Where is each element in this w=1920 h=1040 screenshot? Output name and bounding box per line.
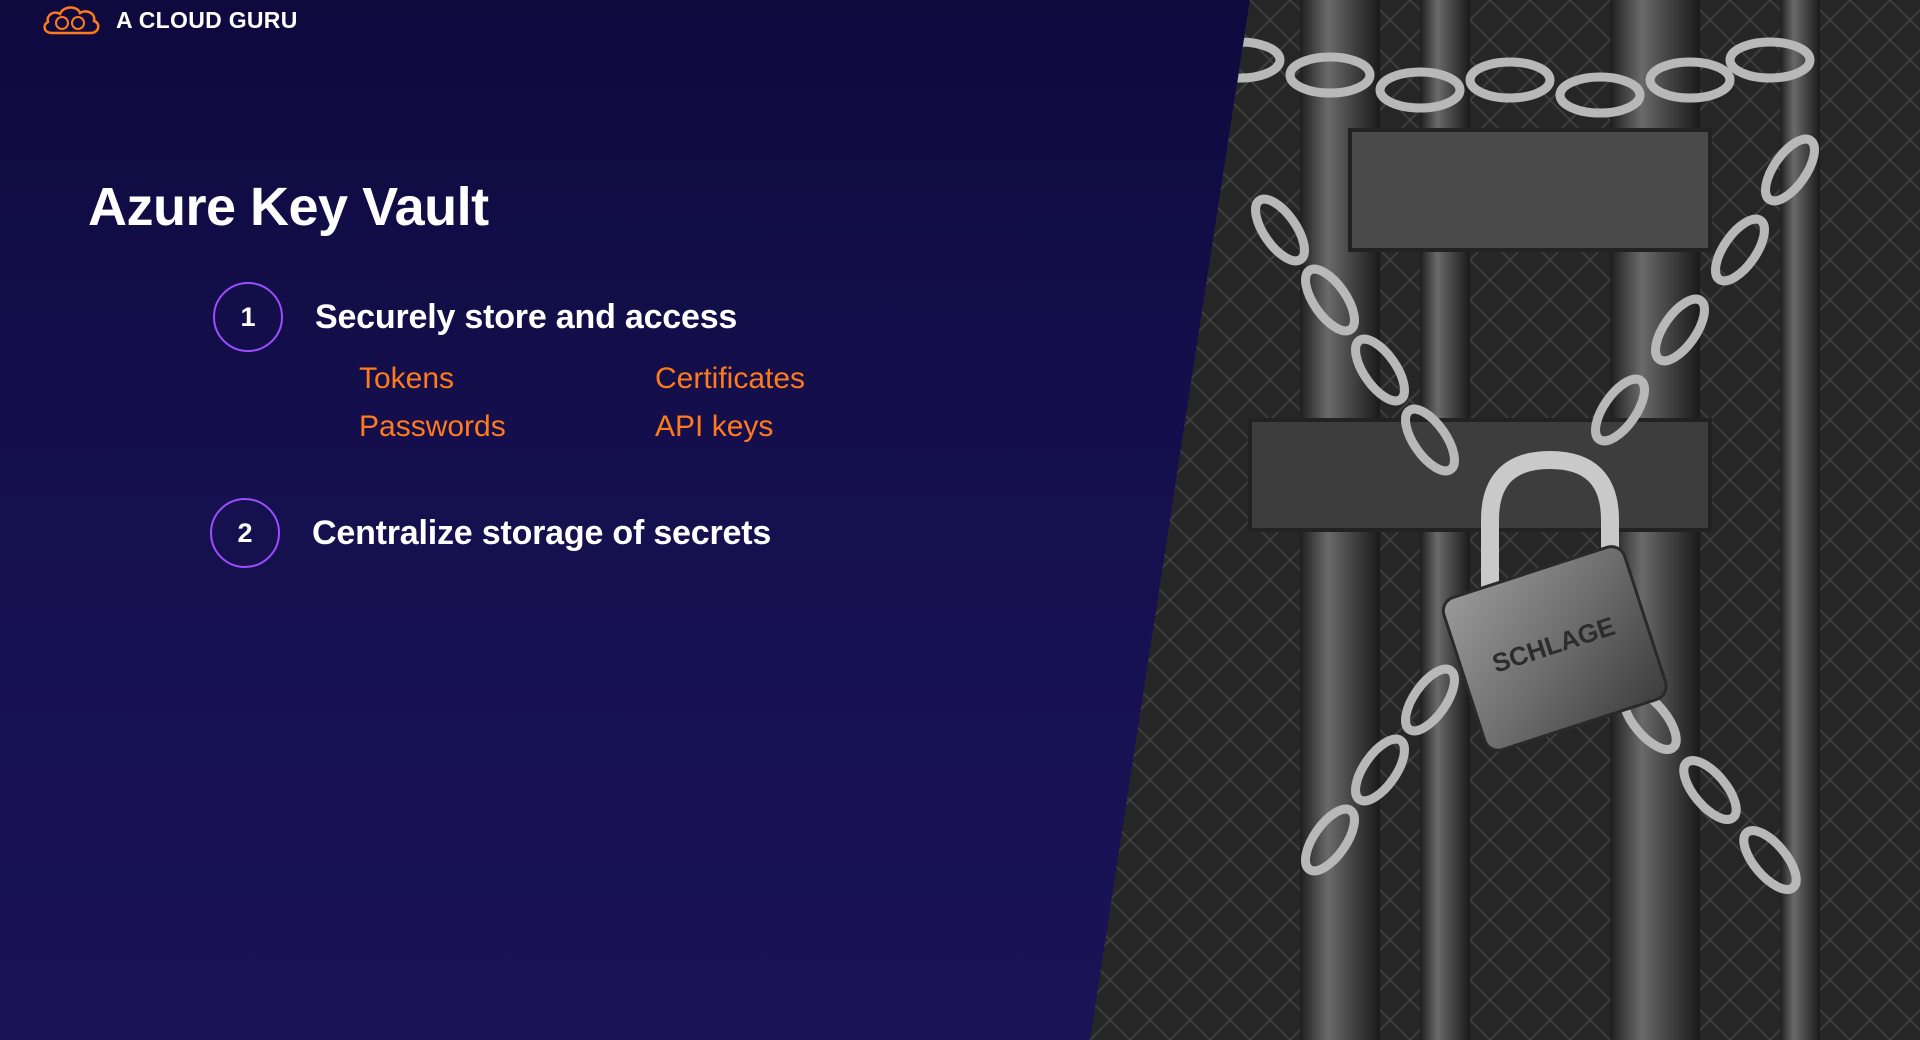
brand-name: A CLOUD GURU: [116, 6, 298, 33]
point-2: 2 Centralize storage of secrets: [210, 498, 771, 568]
secret-type-certificates: Certificates: [655, 362, 806, 395]
secret-type-passwords: Passwords: [359, 410, 506, 443]
brand-logo: A CLOUD GURU: [40, 2, 298, 38]
slide-title: Azure Key Vault: [88, 177, 489, 237]
secret-type-api-keys: API keys: [655, 410, 774, 443]
point-1: 1 Securely store and access: [213, 282, 737, 352]
secret-type-tokens: Tokens: [359, 362, 455, 395]
padlock-chain-photo: SCHLAGE: [1090, 0, 1920, 1040]
point-2-number-circle: 2: [210, 498, 280, 568]
point-2-text: Centralize storage of secrets: [312, 513, 772, 552]
point-1-number-circle: 1: [213, 282, 283, 352]
cloud-logo-icon: [43, 6, 100, 35]
point-1-text: Securely store and access: [315, 297, 738, 336]
